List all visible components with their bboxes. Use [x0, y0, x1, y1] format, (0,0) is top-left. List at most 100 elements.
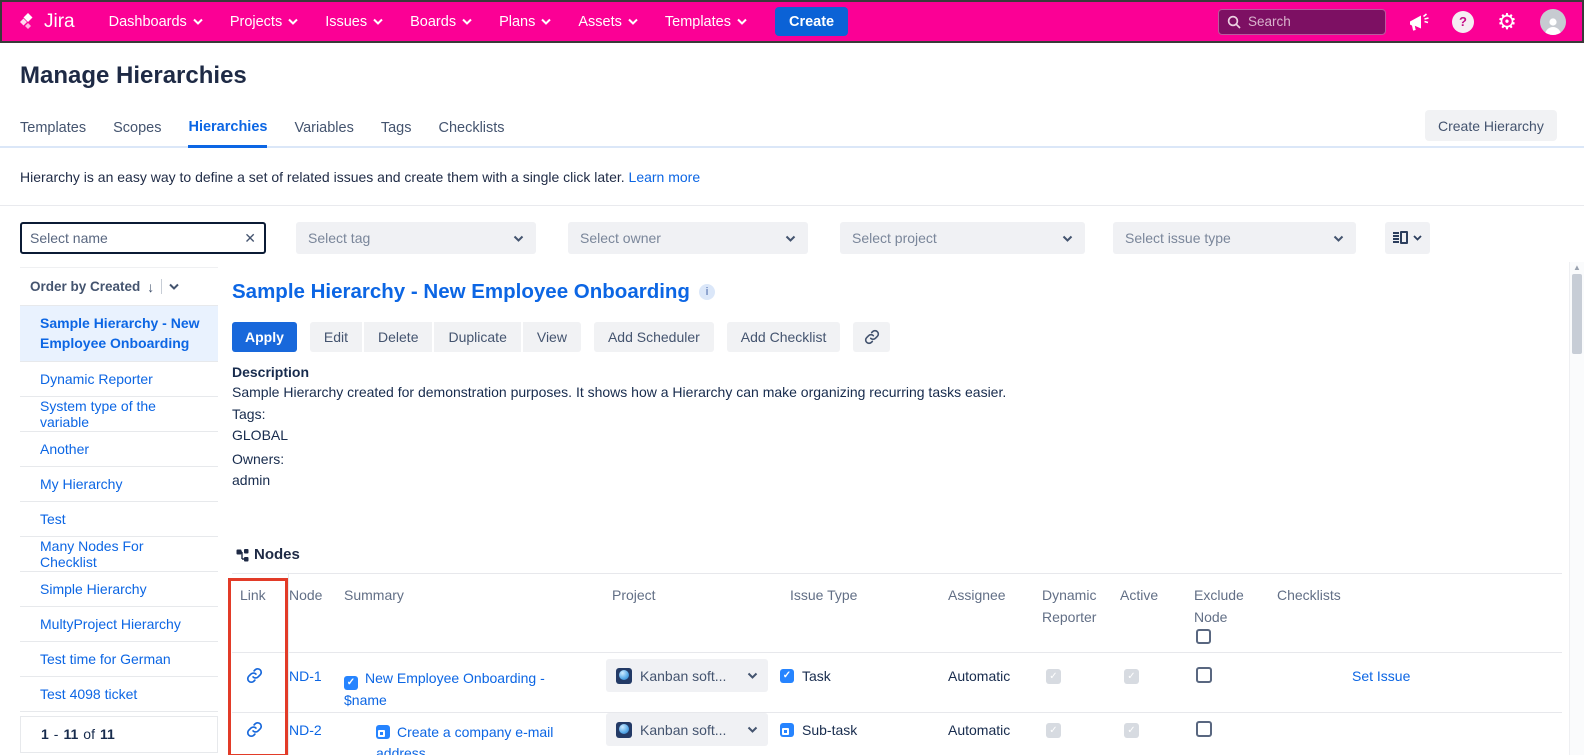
col-exclude-node: Exclude Node [1194, 587, 1244, 625]
chevron-down-icon [193, 18, 203, 25]
link-icon[interactable] [246, 721, 263, 738]
order-by-control[interactable]: Order by Created [20, 268, 218, 306]
chevron-down-icon [1062, 235, 1073, 242]
create-hierarchy-button[interactable]: Create Hierarchy [1425, 110, 1557, 141]
nodes-section-title: Nodes [236, 546, 300, 563]
details-view-icon [1393, 231, 1408, 245]
nav-plans[interactable]: Plans [499, 14, 552, 30]
tab-templates[interactable]: Templates [20, 120, 86, 146]
owners-value: admin [232, 472, 271, 488]
list-item-sample-hierarchy[interactable]: Sample Hierarchy - New Employee Onboardi… [20, 306, 218, 362]
col-checklists: Checklists [1277, 587, 1341, 603]
project-avatar [616, 667, 632, 684]
announcements-icon[interactable] [1407, 10, 1431, 34]
node-summary[interactable]: New Employee Onboarding - $name [344, 668, 560, 711]
chevron-down-icon [373, 18, 383, 25]
list-item-dynamic-reporter[interactable]: Dynamic Reporter [20, 362, 218, 397]
list-item-system-type[interactable]: System type of the variable [20, 397, 218, 432]
assignee-cell: Automatic [948, 722, 1011, 738]
col-assignee: Assignee [948, 587, 1006, 603]
project-select[interactable]: Kanban soft... [606, 713, 768, 746]
edit-button[interactable]: Edit [309, 322, 363, 352]
node-key[interactable]: ND-1 [289, 668, 322, 684]
hierarchy-actions: Apply Edit Delete Duplicate View Add Sch… [232, 322, 891, 352]
view-button[interactable]: View [522, 322, 581, 352]
list-item-another[interactable]: Another [20, 432, 218, 467]
exclude-all-checkbox[interactable] [1196, 629, 1211, 644]
copy-link-button[interactable] [853, 322, 891, 352]
col-node: Node [289, 587, 323, 603]
nav-projects[interactable]: Projects [230, 14, 298, 30]
exclude-node-checkbox[interactable] [1196, 667, 1212, 683]
active-checkbox [1124, 669, 1139, 684]
set-issue-link[interactable]: Set Issue [1352, 668, 1410, 684]
nav-utilities [1218, 8, 1566, 35]
global-search[interactable] [1218, 8, 1386, 35]
tab-tags[interactable]: Tags [381, 120, 412, 146]
issue-type-filter-select[interactable]: Select issue type [1113, 222, 1356, 254]
col-link: Link [240, 587, 266, 603]
scrollbar-thumb[interactable] [1572, 274, 1582, 354]
search-input[interactable] [1248, 14, 1358, 29]
list-item-my-hierarchy[interactable]: My Hierarchy [20, 467, 218, 502]
chevron-down-icon[interactable] [169, 283, 180, 290]
list-item-many-nodes[interactable]: Many Nodes For Checklist [20, 537, 218, 572]
active-checkbox [1124, 723, 1139, 738]
issue-type-cell: Task [780, 668, 831, 684]
tab-scopes[interactable]: Scopes [113, 120, 161, 146]
clear-icon[interactable] [244, 230, 256, 247]
apply-button[interactable]: Apply [232, 322, 297, 352]
name-filter-input[interactable] [30, 230, 245, 246]
main-menu: Dashboards Projects Issues Boards Plans … [109, 14, 747, 30]
list-item-simple-hierarchy[interactable]: Simple Hierarchy [20, 572, 218, 607]
view-layout-toggle[interactable] [1385, 222, 1430, 254]
tab-hierarchies[interactable]: Hierarchies [188, 119, 268, 148]
learn-more-link[interactable]: Learn more [629, 169, 701, 185]
info-icon[interactable] [698, 284, 715, 300]
add-scheduler-button[interactable]: Add Scheduler [593, 322, 714, 352]
vertical-scrollbar[interactable] [1569, 262, 1584, 755]
jira-logo[interactable]: Jira [18, 11, 75, 33]
nav-issues[interactable]: Issues [325, 14, 383, 30]
description-label: Description [232, 364, 310, 380]
project-filter-select[interactable]: Select project [840, 222, 1085, 254]
node-key[interactable]: ND-2 [289, 722, 322, 738]
description-text: Sample Hierarchy created for demonstrati… [232, 384, 1007, 400]
subtask-icon [780, 723, 794, 737]
exclude-node-checkbox[interactable] [1196, 721, 1212, 737]
chevron-down-icon [737, 18, 747, 25]
list-item-test[interactable]: Test [20, 502, 218, 537]
add-checklist-button[interactable]: Add Checklist [726, 322, 841, 352]
tab-variables[interactable]: Variables [294, 120, 353, 146]
help-icon[interactable] [1452, 10, 1474, 33]
list-item-multyproject[interactable]: MultyProject Hierarchy [20, 607, 218, 642]
col-dynamic-reporter: Dynamic Reporter [1042, 587, 1097, 625]
table-border [232, 573, 1562, 574]
sort-direction-icon[interactable] [147, 279, 154, 295]
nav-templates[interactable]: Templates [665, 14, 747, 30]
dynamic-reporter-checkbox [1046, 669, 1061, 684]
duplicate-button[interactable]: Duplicate [434, 322, 521, 352]
list-item-test-4098[interactable]: Test 4098 ticket [20, 677, 218, 712]
gear-icon[interactable] [1495, 10, 1519, 34]
top-navigation: Jira Dashboards Projects Issues Boards P… [0, 0, 1584, 43]
nav-dashboards[interactable]: Dashboards [109, 14, 203, 30]
link-icon[interactable] [246, 667, 263, 684]
page-tabs: Templates Scopes Hierarchies Variables T… [0, 112, 1584, 148]
nav-assets[interactable]: Assets [578, 14, 638, 30]
owner-filter-select[interactable]: Select owner [568, 222, 808, 254]
avatar[interactable] [1540, 8, 1566, 35]
app-window: Jira Dashboards Projects Issues Boards P… [0, 0, 1584, 755]
tab-checklists[interactable]: Checklists [438, 120, 504, 146]
scroll-up-icon[interactable] [1573, 263, 1581, 272]
dynamic-reporter-checkbox [1046, 723, 1061, 738]
chevron-down-icon [462, 18, 472, 25]
delete-button[interactable]: Delete [364, 322, 433, 352]
list-item-test-time-german[interactable]: Test time for German [20, 642, 218, 677]
brand-name: Jira [44, 10, 75, 32]
tag-filter-select[interactable]: Select tag [296, 222, 536, 254]
nav-boards[interactable]: Boards [410, 14, 472, 30]
node-summary[interactable]: Create a company e-mail address [376, 722, 586, 755]
project-select[interactable]: Kanban soft... [606, 659, 768, 692]
create-button[interactable]: Create [774, 7, 849, 36]
